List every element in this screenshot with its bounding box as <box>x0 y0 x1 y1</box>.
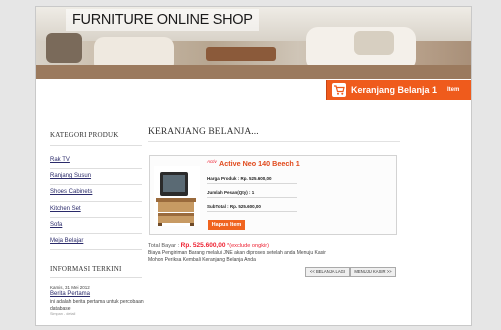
checkout-button[interactable]: MENUJU KASIR >> <box>350 267 396 277</box>
cart-bar[interactable]: Keranjang Belanja 1 Item <box>326 80 471 100</box>
news-body: ini adalah berita pertama untuk percobaa… <box>50 299 144 312</box>
product-badge: Activ <box>207 159 217 164</box>
category-item: Kitchen Set <box>50 202 142 218</box>
category-item: Rak TV <box>50 153 142 170</box>
cart-item-card: Activ Active Neo 140 Beech 1 Harga Produ… <box>149 155 397 235</box>
banner-cushion <box>354 31 394 55</box>
shopping-cart-icon <box>332 83 346 97</box>
total-line: Total Bayar : Rp. 525.600,00 *(exclude o… <box>148 242 269 249</box>
tv-rack-product-image <box>154 166 200 226</box>
continue-shopping-button[interactable]: << BELANJA LAGI <box>305 267 350 277</box>
news-divider <box>50 277 142 278</box>
total-amount: Rp. 525.600,00 <box>180 242 226 249</box>
delete-item-button[interactable]: Hapus Item <box>208 220 245 230</box>
category-link[interactable]: Ranjang Susun <box>50 173 91 179</box>
page-container: FURNITURE ONLINE SHOP Keranjang Belanja … <box>35 6 472 326</box>
news-more-link[interactable]: Simpan - detail <box>50 312 75 316</box>
total-label: Total Bayar : <box>148 243 180 249</box>
product-name[interactable]: Active Neo 140 Beech 1 <box>219 159 300 168</box>
category-link[interactable]: Kitchen Set <box>50 206 81 212</box>
category-item: Ranjang Susun <box>50 169 142 186</box>
category-item: Shoes Cabinets <box>50 185 142 202</box>
category-heading: KATEGORI PRODUK <box>50 131 119 139</box>
category-link[interactable]: Shoes Cabinets <box>50 189 92 195</box>
cart-count: 1 <box>432 85 438 95</box>
cart-label: Keranjang Belanja <box>351 85 430 95</box>
news-date: Kamis, 31 Mei 2012 <box>50 285 90 290</box>
category-item: Meja Belajar <box>50 234 142 251</box>
review-note: Mohon Periksa Kembali Keranjang Belanja … <box>148 257 256 263</box>
page-title: KERANJANG BELANJA... <box>148 127 259 137</box>
category-list: Rak TV Ranjang Susun Shoes Cabinets Kitc… <box>50 153 142 251</box>
browser-frame: FURNITURE ONLINE SHOP Keranjang Belanja … <box>0 0 501 330</box>
category-divider <box>50 145 142 146</box>
category-link[interactable]: Rak TV <box>50 157 70 163</box>
shipping-info: Biaya Pengiriman Barang melalui JNE akan… <box>148 250 398 264</box>
cart-unit: Item <box>447 87 460 93</box>
news-heading: INFORMASI TERKINI <box>50 265 122 273</box>
news-title-link[interactable]: Berita Pertama <box>50 291 90 297</box>
shipping-note: Biaya Pengiriman Barang melalui JNE akan… <box>148 250 326 256</box>
banner-table <box>206 47 276 61</box>
product-subtotal: SubTotal : Rp. 525.600,00 <box>207 204 297 212</box>
category-link[interactable]: Meja Belajar <box>50 238 83 244</box>
header-banner: FURNITURE ONLINE SHOP <box>36 7 471 79</box>
shop-title[interactable]: FURNITURE ONLINE SHOP <box>66 9 259 31</box>
banner-floor <box>36 65 471 79</box>
category-item: Sofa <box>50 218 142 234</box>
category-link[interactable]: Sofa <box>50 222 62 228</box>
title-divider <box>148 141 400 142</box>
product-price: Harga Produk : Rp. 525.600,00 <box>207 176 297 184</box>
product-qty: Jumlah Pesan(Qty) : 1 <box>207 190 297 198</box>
banner-cushion <box>46 33 82 63</box>
total-note: *(exclude ongkir) <box>227 243 270 249</box>
